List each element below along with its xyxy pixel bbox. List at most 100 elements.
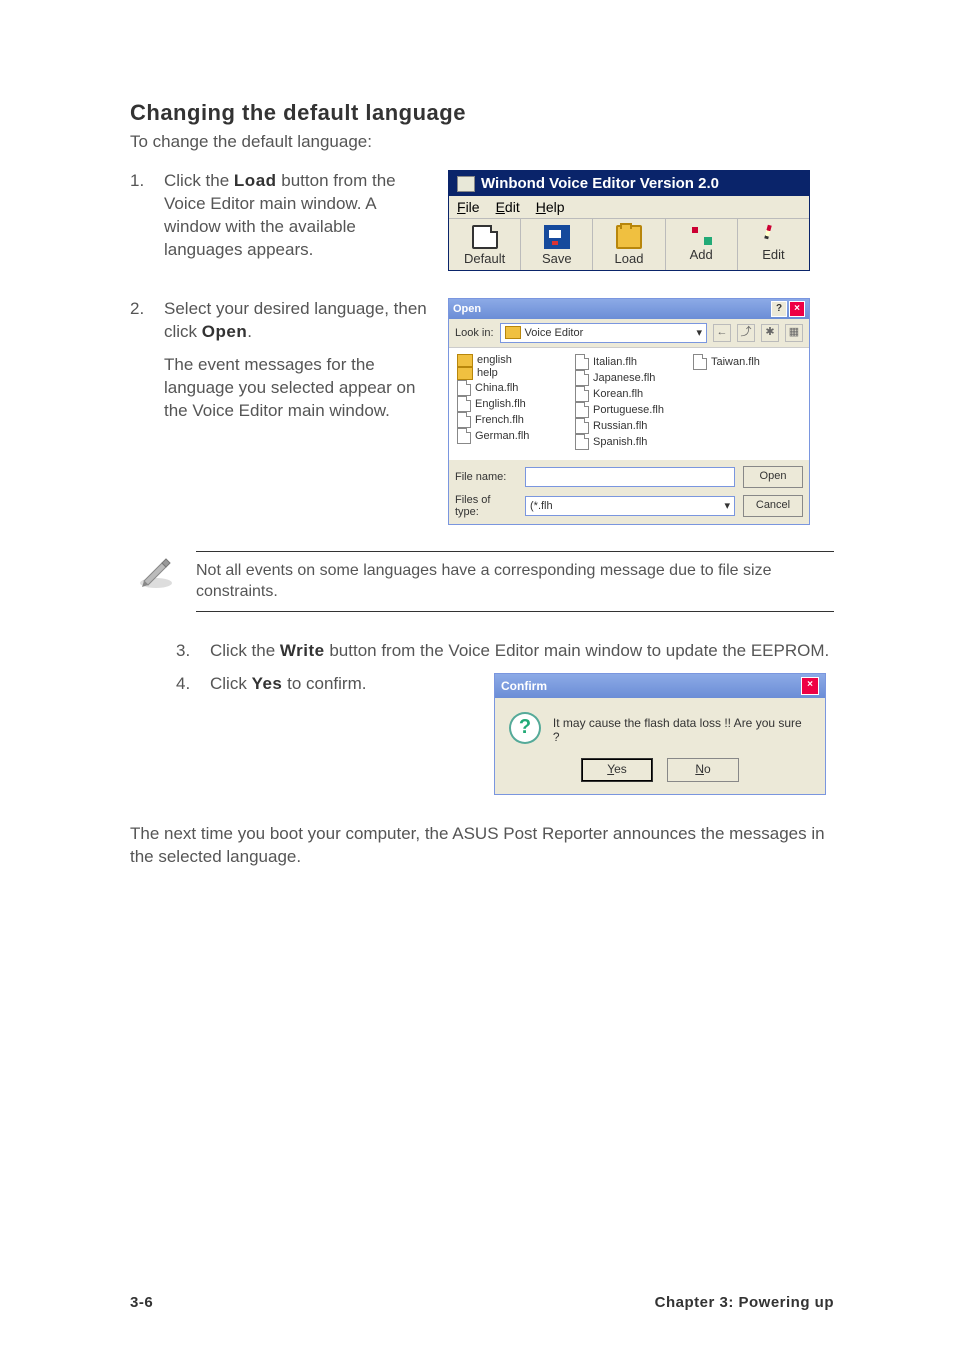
- page-footer: 3-6 Chapter 3: Powering up: [130, 1294, 834, 1311]
- file-label: english: [477, 354, 512, 366]
- file-label: English.flh: [475, 398, 526, 410]
- list-item[interactable]: Spanish.flh: [575, 434, 683, 450]
- file-label: Korean.flh: [593, 388, 643, 400]
- folder-icon: [505, 326, 521, 339]
- list-item[interactable]: China.flh: [457, 380, 565, 396]
- step-3: 3. Click the Write button from the Voice…: [130, 640, 834, 663]
- yes-button[interactable]: Yes: [581, 758, 653, 782]
- step-3-fragment-c: button from the Voice Editor main window…: [325, 641, 830, 660]
- tool-load[interactable]: Load: [593, 219, 665, 270]
- lookin-value: Voice Editor: [525, 327, 584, 339]
- tool-default-label: Default: [464, 251, 505, 266]
- file-icon: [575, 402, 589, 418]
- open-dialog-bottom: File name: Open Files of type: (*.flh ▾ …: [449, 460, 809, 524]
- menu-edit-rest: dit: [505, 199, 520, 215]
- list-item[interactable]: Korean.flh: [575, 386, 683, 402]
- step-2-number: 2.: [130, 298, 148, 525]
- step-4-yes-word: Yes: [252, 674, 283, 693]
- file-label: help: [477, 367, 498, 379]
- winbond-toolbar: Default Save Load Add Edit: [449, 219, 809, 270]
- menu-help-rest: elp: [546, 199, 565, 215]
- filename-label: File name:: [455, 471, 517, 483]
- file-label: Portuguese.flh: [593, 404, 664, 416]
- note-text: Not all events on some languages have a …: [196, 551, 834, 612]
- open-button[interactable]: Open: [743, 466, 803, 488]
- filename-input[interactable]: [525, 467, 735, 487]
- new-file-icon: [472, 225, 498, 249]
- intro-text: To change the default language:: [130, 132, 834, 152]
- folder-icon: [457, 354, 473, 367]
- winbond-window: Winbond Voice Editor Version 2.0 File Ed…: [448, 170, 810, 271]
- file-icon: [575, 386, 589, 402]
- tool-add[interactable]: Add: [666, 219, 738, 270]
- list-item[interactable]: help: [457, 367, 565, 380]
- confirm-title-text: Confirm: [501, 679, 547, 693]
- list-item[interactable]: English.flh: [457, 396, 565, 412]
- filesoftype-dropdown[interactable]: (*.flh ▾: [525, 496, 735, 516]
- folder-icon: [457, 367, 473, 380]
- add-icon: [690, 225, 712, 245]
- back-icon[interactable]: ←: [713, 324, 731, 342]
- file-icon: [575, 354, 589, 370]
- chapter-label: Chapter 3: Powering up: [655, 1294, 834, 1311]
- step-1-number: 1.: [130, 170, 148, 272]
- menu-file-rest: ile: [466, 199, 480, 215]
- step-4-fragment-a: Click: [210, 674, 252, 693]
- chevron-down-icon: ▾: [696, 326, 702, 339]
- step-4: 4. Click Yes to confirm.: [176, 673, 476, 785]
- new-folder-icon[interactable]: ✱: [761, 324, 779, 342]
- up-folder-icon[interactable]: ⤴: [737, 324, 755, 342]
- menu-edit[interactable]: Edit: [496, 199, 520, 215]
- step-1-text: Click the Load button from the Voice Edi…: [164, 170, 430, 262]
- list-item[interactable]: Portuguese.flh: [575, 402, 683, 418]
- lookin-dropdown[interactable]: Voice Editor ▾: [500, 323, 707, 343]
- open-dialog-filelist[interactable]: english help China.flh English.flh Frenc…: [449, 348, 809, 460]
- close-icon[interactable]: ×: [789, 301, 805, 317]
- list-item[interactable]: Russian.flh: [575, 418, 683, 434]
- step-3-number: 3.: [176, 640, 194, 663]
- close-icon[interactable]: ×: [801, 677, 819, 695]
- confirm-dialog: Confirm × ? It may cause the flash data …: [494, 673, 826, 795]
- menu-help[interactable]: Help: [536, 199, 565, 215]
- list-item[interactable]: German.flh: [457, 428, 565, 444]
- list-item[interactable]: english: [457, 354, 565, 367]
- no-button[interactable]: No: [667, 758, 739, 782]
- file-label: Russian.flh: [593, 420, 647, 432]
- section-heading: Changing the default language: [130, 100, 834, 126]
- step-3-fragment-a: Click the: [210, 641, 280, 660]
- open-dialog: Open ? × Look in: Voice Editor ▾ ← ⤴: [448, 298, 810, 525]
- confirm-message: It may cause the flash data loss !! Are …: [553, 712, 811, 744]
- file-label: Italian.flh: [593, 356, 637, 368]
- step-2-fragment-c: .: [247, 322, 252, 341]
- list-item[interactable]: French.flh: [457, 412, 565, 428]
- folder-open-icon: [616, 225, 642, 249]
- tool-default[interactable]: Default: [449, 219, 521, 270]
- filesoftype-label: Files of type:: [455, 494, 517, 518]
- winbond-menubar: File Edit Help: [449, 196, 809, 219]
- cancel-button[interactable]: Cancel: [743, 495, 803, 517]
- list-item[interactable]: Taiwan.flh: [693, 354, 801, 370]
- step-3-write-word: Write: [280, 641, 325, 660]
- views-icon[interactable]: ▦: [785, 324, 803, 342]
- tool-save[interactable]: Save: [521, 219, 593, 270]
- pencil-note-icon: [136, 551, 176, 591]
- winbond-titlebar: Winbond Voice Editor Version 2.0: [449, 171, 809, 196]
- chevron-down-icon: ▾: [724, 499, 730, 512]
- note-box: Not all events on some languages have a …: [130, 551, 834, 612]
- closing-paragraph: The next time you boot your computer, th…: [130, 823, 834, 869]
- file-icon: [693, 354, 707, 370]
- file-label: German.flh: [475, 430, 529, 442]
- step-2-extra: The event messages for the language you …: [164, 354, 430, 423]
- lookin-label: Look in:: [455, 327, 494, 339]
- list-item[interactable]: Japanese.flh: [575, 370, 683, 386]
- step-2-open-word: Open: [202, 322, 247, 341]
- list-item[interactable]: Italian.flh: [575, 354, 683, 370]
- open-dialog-titlebar: Open ? ×: [449, 299, 809, 319]
- tool-edit[interactable]: Edit: [738, 219, 809, 270]
- help-button-icon[interactable]: ?: [771, 301, 787, 317]
- file-label: Spanish.flh: [593, 436, 647, 448]
- floppy-icon: [544, 225, 570, 249]
- file-label: China.flh: [475, 382, 518, 394]
- open-lookin-row: Look in: Voice Editor ▾ ← ⤴ ✱ ▦: [449, 319, 809, 348]
- menu-file[interactable]: File: [457, 199, 480, 215]
